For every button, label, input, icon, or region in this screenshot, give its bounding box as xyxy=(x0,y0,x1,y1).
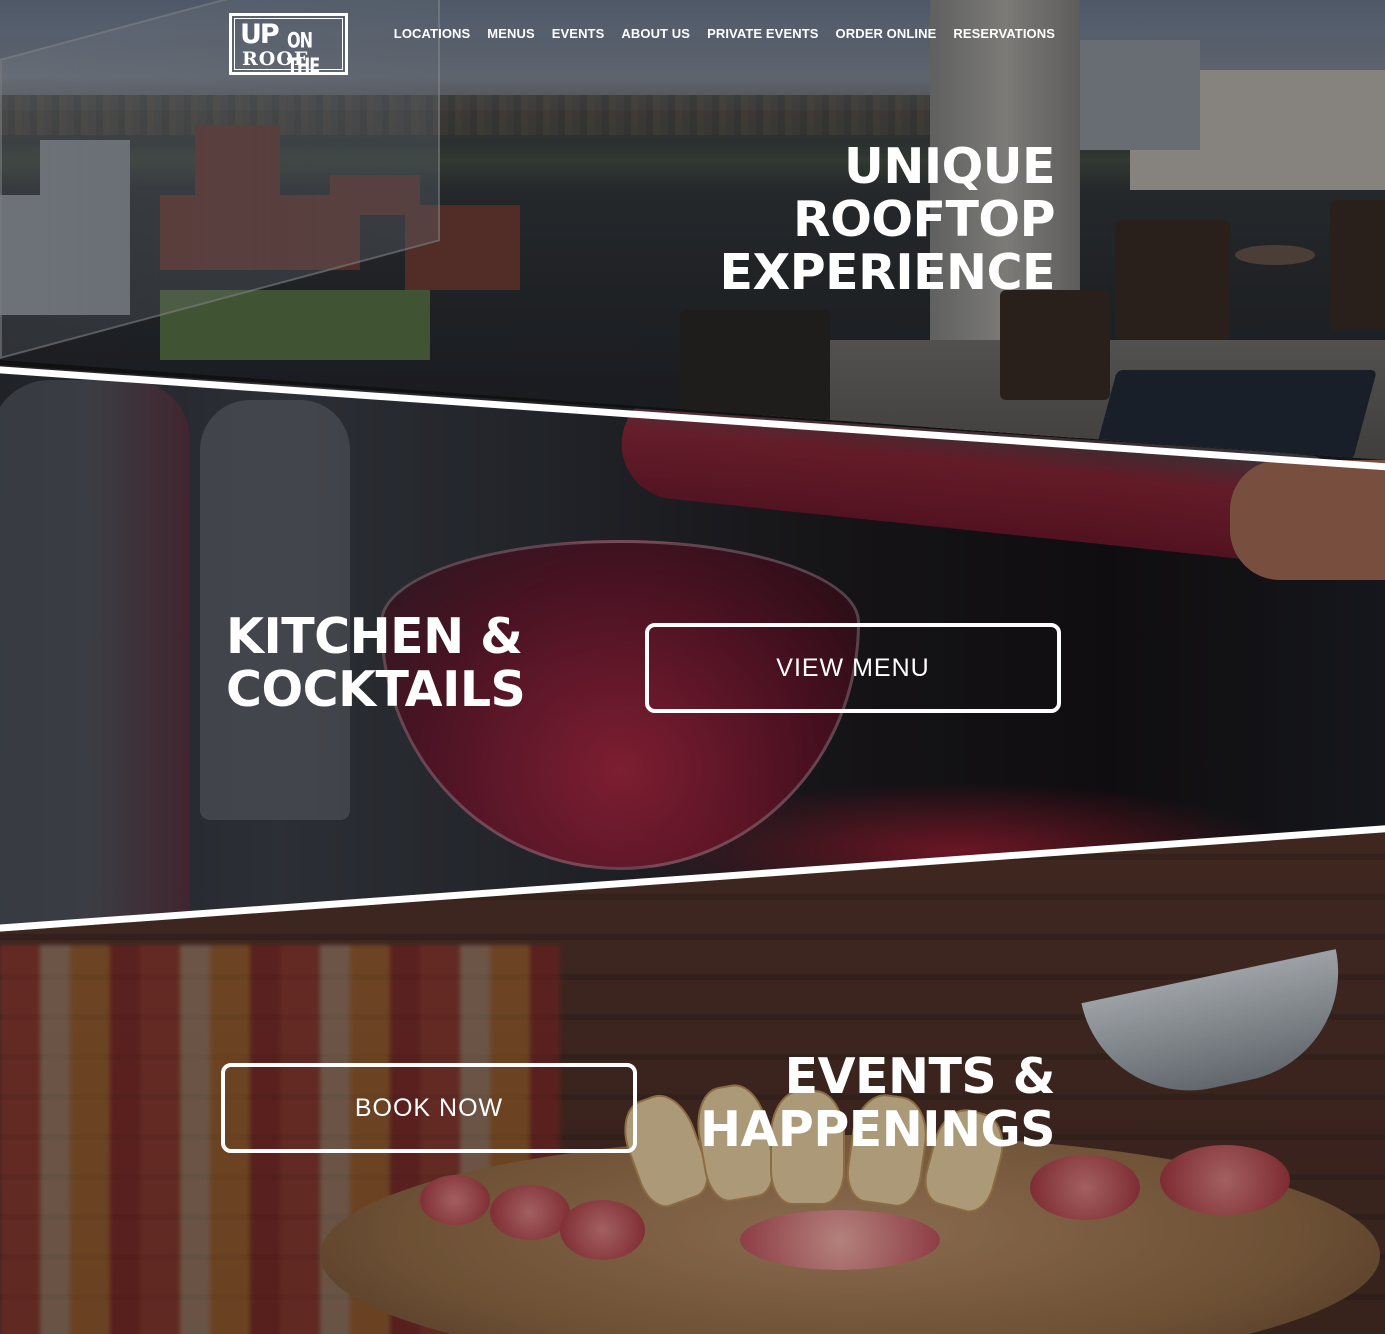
nav-private-events[interactable]: PRIVATE EVENTS xyxy=(707,26,818,41)
logo-frame: UP ON THE ROOF xyxy=(234,18,343,78)
events-heading: EVENTS & HAPPENINGS xyxy=(700,1048,1056,1158)
kitchen-heading-line: KITCHEN & xyxy=(226,608,523,665)
logo-text-roof: ROOF xyxy=(242,48,309,70)
view-menu-button[interactable]: VIEW MENU xyxy=(645,623,1061,713)
nav-menus[interactable]: MENUS xyxy=(487,26,534,41)
hero-heading: UNIQUE ROOFTOP EXPERIENCE xyxy=(719,140,1055,299)
nav-events[interactable]: EVENTS xyxy=(552,26,605,41)
events-heading-line: HAPPENINGS xyxy=(700,1101,1056,1158)
nav-order-online[interactable]: ORDER ONLINE xyxy=(836,26,937,41)
main-nav: LOCATIONS MENUS EVENTS ABOUT US PRIVATE … xyxy=(394,26,1055,41)
site-header: UP ON THE ROOF LOCATIONS MENUS EVENTS AB… xyxy=(0,0,1385,80)
kitchen-heading-line: COCKTAILS xyxy=(226,661,526,718)
kitchen-heading: KITCHEN & COCKTAILS xyxy=(226,608,526,718)
hero-heading-line: UNIQUE xyxy=(844,138,1055,195)
hero-heading-line: EXPERIENCE xyxy=(719,244,1055,301)
book-now-button[interactable]: BOOK NOW xyxy=(221,1063,637,1153)
nav-reservations[interactable]: RESERVATIONS xyxy=(953,26,1055,41)
nav-locations[interactable]: LOCATIONS xyxy=(394,26,471,41)
hero-heading-line: ROOFTOP xyxy=(792,191,1056,248)
nav-about-us[interactable]: ABOUT US xyxy=(621,26,690,41)
events-heading-line: EVENTS & xyxy=(784,1048,1056,1105)
logo-text-up: UP xyxy=(240,19,280,50)
site-logo[interactable]: UP ON THE ROOF xyxy=(229,13,348,78)
